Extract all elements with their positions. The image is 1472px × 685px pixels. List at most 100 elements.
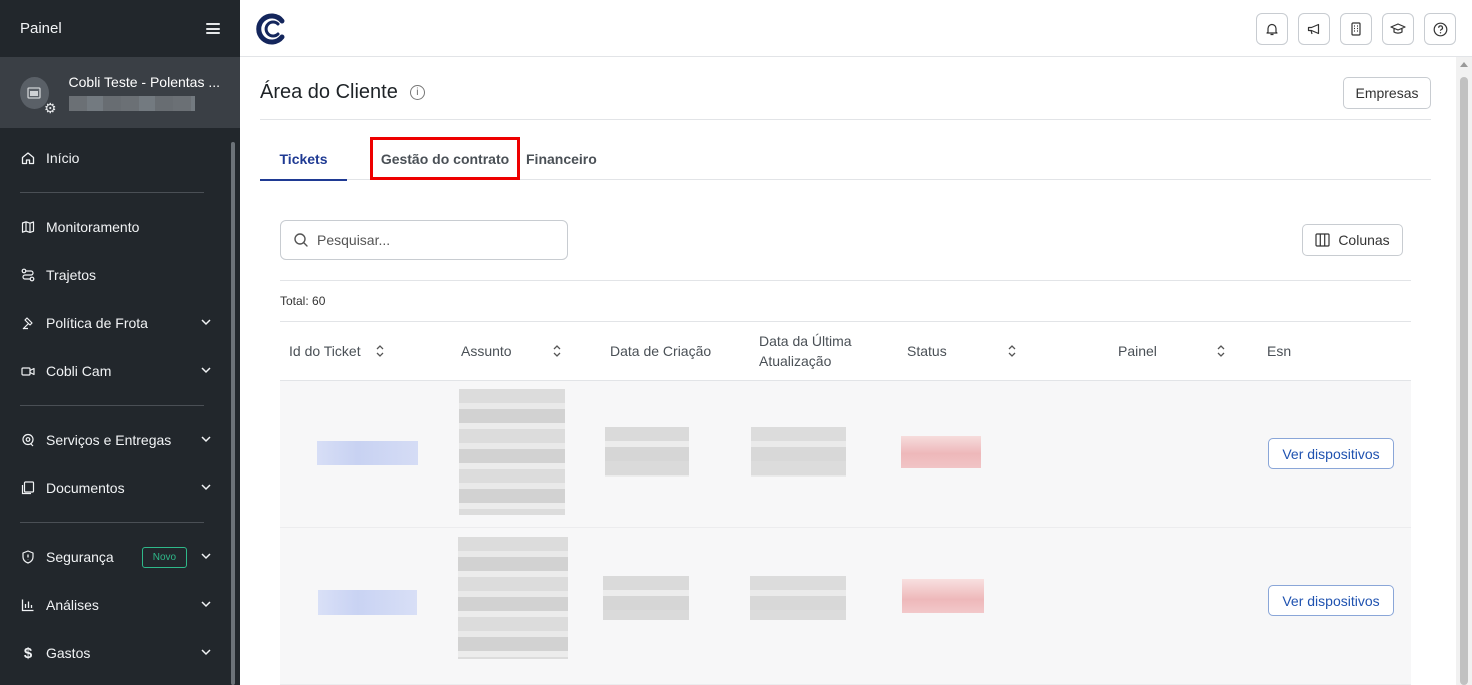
ver-dispositivos-button[interactable]: Ver dispositivos [1268,585,1394,616]
total-count: Total: 60 [280,294,326,308]
top-bar [240,0,1472,57]
tabs: Tickets Gestão do contrato Financeiro [260,137,1431,181]
sidebar-item-trajetos[interactable]: Trajetos [0,251,240,299]
column-header-label: Data de Criação [610,342,712,359]
account-name: Cobli Teste - Polentas ... [68,74,220,90]
chevron-down-icon[interactable] [200,316,212,328]
column-header-assunto[interactable]: Assunto [461,321,562,380]
chevron-down-icon[interactable] [200,646,212,658]
sidebar-divider [20,522,204,523]
tab-tickets[interactable]: Tickets [260,137,347,181]
scrollbar-thumb[interactable] [1460,77,1468,685]
search-icon [294,233,308,247]
column-header-esn: Esn [1267,321,1291,380]
cobli-logo-icon[interactable] [256,13,286,50]
dollar-icon: $ [23,644,33,662]
status-badge-redacted [902,579,984,613]
column-header-id-do-ticket[interactable]: Id do Ticket [289,321,385,380]
tab-financeiro[interactable]: Financeiro [526,137,597,180]
columns-button[interactable]: Colunas [1302,224,1403,256]
status-badge-redacted [901,436,981,468]
sidebar-item-seguranca[interactable]: Segurança Novo [0,533,240,581]
graduation-cap-icon[interactable] [1382,13,1414,45]
column-header-status[interactable]: Status [907,321,1017,380]
column-header-data-de-criacao: Data de Criação [610,321,711,380]
column-header-label: Assunto [461,342,512,359]
sort-icon[interactable] [1007,344,1017,358]
sort-icon[interactable] [1216,344,1226,358]
chevron-down-icon[interactable] [200,481,212,493]
sidebar-item-cobli-cam[interactable]: Cobli Cam [0,347,240,395]
image-icon [27,86,41,99]
sidebar-item-label: Segurança [46,549,114,565]
divider [280,280,1411,281]
main-content: Área do Cliente i Empresas Tickets Gestã… [240,57,1472,685]
bell-icon[interactable] [1256,13,1288,45]
main-scrollbar[interactable] [1456,57,1472,685]
chevron-down-icon[interactable] [200,364,212,376]
chevron-down-icon[interactable] [200,433,212,445]
sidebar-item-inicio[interactable]: Início [0,134,240,182]
gavel-icon [20,315,36,331]
help-icon[interactable] [1424,13,1456,45]
hamburger-menu-icon[interactable] [206,23,220,34]
table-row[interactable]: Ver dispositivos [280,528,1411,685]
route-icon [20,267,36,283]
gear-icon[interactable]: ⚙ [44,101,57,115]
table-row[interactable]: Ver dispositivos [280,381,1411,528]
tab-highlight-box [370,137,520,180]
sidebar-item-servicos-e-entregas[interactable]: Serviços e Entregas [0,416,240,464]
sidebar-nav: Início Monitoramento Trajetos Política d… [0,128,240,677]
chevron-down-icon[interactable] [200,550,212,562]
subject-redacted [458,537,568,659]
creation-date-redacted [603,576,689,620]
camera-icon [20,363,36,379]
sidebar-item-politica-de-frota[interactable]: Política de Frota [0,299,240,347]
sidebar-scrollbar[interactable] [231,142,235,685]
sidebar-item-label: Análises [46,597,99,613]
sort-icon[interactable] [552,344,562,358]
building-icon[interactable] [1340,13,1372,45]
ticket-id-redacted[interactable] [317,441,418,465]
sidebar-item-label: Início [46,150,80,166]
subject-redacted [459,389,565,515]
sidebar-item-label: Cobli Cam [46,363,112,379]
column-header-label: Data da Última Atualização [759,332,852,369]
sidebar-item-monitoramento[interactable]: Monitoramento [0,203,240,251]
search-input[interactable] [317,232,547,248]
column-header-label: Status [907,342,947,359]
account-subtitle-redacted [68,96,195,111]
column-header-label: Painel [1118,342,1157,359]
ticket-id-redacted[interactable] [318,590,417,615]
top-actions [1256,13,1456,45]
scroll-up-icon[interactable] [1460,62,1468,67]
column-header-label: Id do Ticket [289,342,361,359]
empresas-button[interactable]: Empresas [1343,77,1431,109]
search-field[interactable] [280,220,568,260]
sort-icon[interactable] [375,344,385,358]
sidebar-item-label: Monitoramento [46,219,140,235]
sidebar-item-gastos[interactable]: $ Gastos [0,629,240,677]
sidebar-item-label: Política de Frota [46,315,148,331]
chevron-down-icon[interactable] [200,598,212,610]
sidebar-item-documentos[interactable]: Documentos [0,464,240,512]
account-switcher[interactable]: ⚙ Cobli Teste - Polentas ... [0,57,240,128]
columns-button-label: Colunas [1338,232,1390,248]
page-title-text: Área do Cliente [260,81,398,103]
sidebar-header: Painel [0,0,240,57]
update-date-redacted [750,576,846,620]
column-header-label: Esn [1267,342,1292,359]
documents-icon [20,480,36,496]
sidebar-item-analises[interactable]: Análises [0,581,240,629]
column-header-painel[interactable]: Painel [1118,321,1226,380]
sidebar-item-label: Documentos [46,480,125,496]
sidebar-divider [20,192,204,193]
ver-dispositivos-button[interactable]: Ver dispositivos [1268,438,1394,469]
megaphone-icon[interactable] [1298,13,1330,45]
column-header-data-ultima-atualizacao: Data da Última Atualização [759,321,869,380]
page-title: Área do Cliente i [260,81,425,104]
new-badge: Novo [141,546,188,568]
location-pin-icon [20,432,36,448]
sidebar-item-label: Serviços e Entregas [46,432,172,448]
info-icon[interactable]: i [409,85,425,100]
